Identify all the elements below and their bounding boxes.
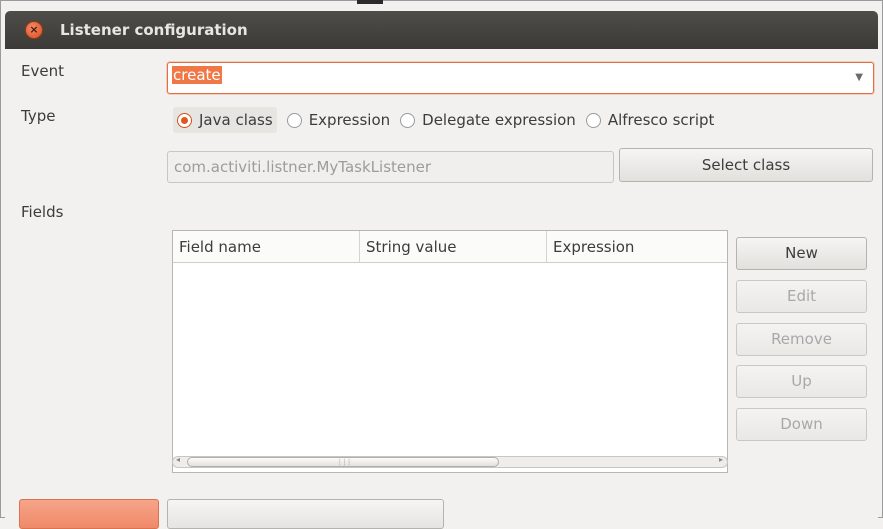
- radio-alfresco-script[interactable]: Alfresco script: [582, 107, 715, 133]
- scroll-right-icon[interactable]: ▸: [719, 455, 723, 464]
- event-label: Event: [21, 62, 64, 80]
- fields-label: Fields: [21, 203, 64, 221]
- fields-table[interactable]: Field name String value Expression: [172, 230, 728, 473]
- radio-unselected-icon[interactable]: [585, 112, 601, 128]
- radio-label-java-class: Java class: [199, 111, 273, 129]
- scrollbar-thumb[interactable]: ┆┆┆: [187, 457, 499, 467]
- radio-java-class[interactable]: Java class: [173, 107, 277, 133]
- radio-label-alfresco-script: Alfresco script: [607, 111, 715, 129]
- radio-expression[interactable]: Expression: [283, 107, 390, 133]
- radio-delegate-expression[interactable]: Delegate expression: [396, 107, 576, 133]
- event-combobox[interactable]: create ▼: [167, 62, 874, 94]
- new-button[interactable]: New: [736, 237, 867, 270]
- select-class-button[interactable]: Select class: [619, 148, 873, 182]
- edit-button[interactable]: Edit: [736, 280, 867, 313]
- close-icon[interactable]: ×: [25, 21, 43, 39]
- event-value: create: [172, 66, 222, 84]
- cancel-button[interactable]: [167, 499, 444, 529]
- radio-label-expression: Expression: [308, 111, 391, 129]
- scroll-left-icon[interactable]: ◂: [176, 455, 180, 464]
- ok-button[interactable]: [19, 499, 159, 529]
- horizontal-scrollbar[interactable]: ◂ ┆┆┆ ▸: [172, 455, 728, 468]
- title-bar: × Listener configuration: [5, 11, 878, 49]
- remove-button[interactable]: Remove: [736, 323, 867, 356]
- radio-selected-icon[interactable]: [177, 112, 192, 128]
- table-header: Field name String value Expression: [173, 231, 727, 263]
- column-header-field-name[interactable]: Field name: [173, 231, 360, 263]
- radio-unselected-icon[interactable]: [286, 112, 302, 128]
- grip-icon: ┆┆┆: [338, 459, 352, 466]
- dialog-content: Event create ▼ Type Java class Expressio…: [5, 49, 878, 529]
- type-radio-group: Java class Expression Delegate expressio…: [173, 107, 720, 133]
- window-title: Listener configuration: [60, 21, 248, 39]
- class-name-field[interactable]: com.activiti.listner.MyTaskListener: [167, 151, 614, 183]
- radio-label-delegate-expression: Delegate expression: [422, 111, 576, 129]
- type-label: Type: [21, 107, 56, 125]
- column-header-expression[interactable]: Expression: [547, 231, 727, 263]
- column-header-string-value[interactable]: String value: [360, 231, 547, 263]
- down-button[interactable]: Down: [736, 408, 867, 441]
- top-notch: [357, 0, 383, 4]
- chevron-down-icon[interactable]: ▼: [855, 72, 863, 83]
- radio-unselected-icon[interactable]: [400, 112, 416, 128]
- event-input[interactable]: create: [172, 66, 822, 90]
- up-button[interactable]: Up: [736, 365, 867, 398]
